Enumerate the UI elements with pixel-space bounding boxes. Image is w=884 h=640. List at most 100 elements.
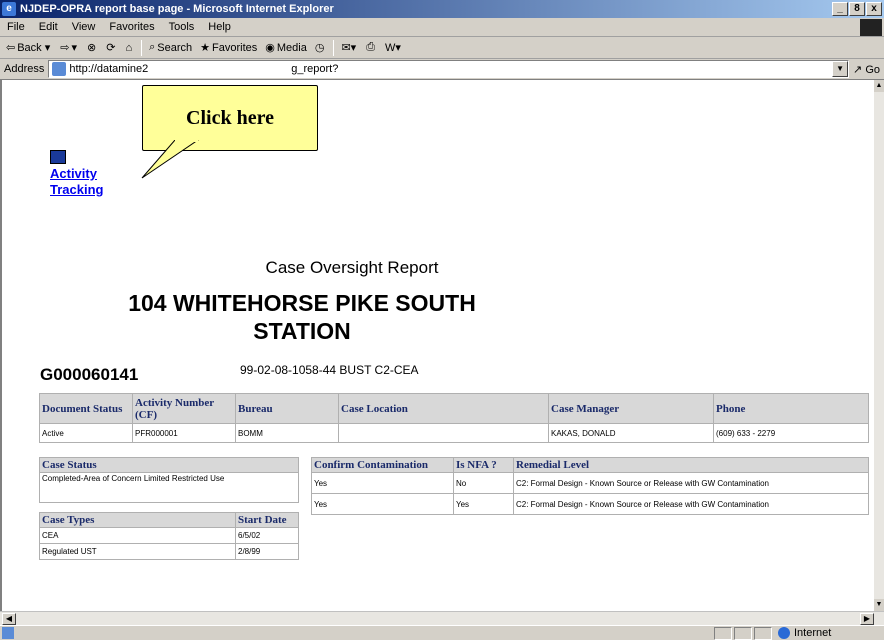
- back-arrow-icon: ⇦: [6, 42, 16, 54]
- column-header: Phone: [713, 393, 869, 424]
- table-cell: Yes: [311, 472, 454, 494]
- refresh-button[interactable]: ⟳: [102, 41, 121, 54]
- address-url-start: http://datamine2: [69, 63, 149, 75]
- globe-icon: [778, 627, 790, 639]
- back-button[interactable]: ⇦ Back ▾: [2, 41, 56, 55]
- menu-view[interactable]: View: [65, 21, 103, 33]
- activity-tracking-link[interactable]: Activity Tracking: [50, 150, 103, 198]
- status-pane: [714, 626, 732, 640]
- toolbar-separator: [333, 39, 335, 56]
- edit-button[interactable]: W▾: [381, 41, 407, 54]
- security-zone: Internet: [774, 627, 884, 639]
- activity-tracking-label-2: Tracking: [50, 182, 104, 197]
- table-cell: Yes: [311, 493, 454, 515]
- windows-logo-icon: [860, 18, 882, 36]
- stop-icon: ⊗: [87, 42, 97, 54]
- table-cell: BOMM: [235, 423, 339, 443]
- address-dropdown-icon[interactable]: ▼: [832, 61, 849, 77]
- maximize-button[interactable]: 8: [849, 2, 865, 16]
- scroll-right-icon[interactable]: ▶: [860, 613, 874, 625]
- table-header-row: Document Status Activity Number (CF) Bur…: [39, 393, 869, 424]
- column-header: Case Types: [39, 512, 236, 528]
- page-status-icon: [2, 627, 14, 639]
- contamination-table: Confirm Contamination Is NFA ? Remedial …: [311, 457, 869, 515]
- menu-help[interactable]: Help: [201, 21, 238, 33]
- print-icon: ⎙: [366, 41, 376, 53]
- toolbar: ⇦ Back ▾ ⇨ ▾ ⊗ ⟳ ⌂ ⌕ Search ★ Favorites ◉ Med…: [0, 37, 884, 59]
- minimize-button[interactable]: _: [832, 2, 848, 16]
- table-cell: Regulated UST: [39, 543, 236, 560]
- history-button[interactable]: ◷: [311, 41, 331, 54]
- report-title: Case Oversight Report: [265, 258, 439, 277]
- site-name: 104 WHITEHORSE PIKE SOUTH STATION: [52, 289, 552, 345]
- table-cell: 6/5/02: [235, 527, 299, 544]
- scroll-down-icon[interactable]: ▼: [874, 599, 884, 611]
- stop-button[interactable]: ⊗: [83, 41, 102, 54]
- case-id: G000060141: [40, 365, 139, 384]
- go-button[interactable]: ↗ Go: [849, 63, 884, 76]
- media-label: Media: [276, 41, 307, 54]
- page-icon: [52, 62, 67, 76]
- column-header: Confirm Contamination: [311, 457, 454, 473]
- column-header: Document Status: [39, 393, 133, 424]
- address-label: Address: [4, 63, 45, 75]
- table-header-row: Case Types Start Date: [39, 512, 299, 528]
- column-header: Start Date: [235, 512, 299, 528]
- title-bar: e NJDEP-OPRA report base page - Microsof…: [0, 0, 884, 18]
- table-cell: [338, 423, 549, 443]
- favorites-label: Favorites: [212, 41, 258, 54]
- search-button[interactable]: ⌕ Search: [145, 41, 196, 54]
- chevron-down-icon: ▾: [41, 42, 51, 54]
- window-title: NJDEP-OPRA report base page - Microsoft …: [20, 3, 334, 15]
- menu-edit[interactable]: Edit: [32, 21, 65, 33]
- status-pane: [754, 626, 772, 640]
- table-row: Yes No C2: Formal Design - Known Source …: [311, 472, 869, 494]
- ie-logo-icon: e: [2, 2, 16, 16]
- table-row: CEA 6/5/02: [39, 527, 299, 544]
- zone-label: Internet: [794, 627, 832, 639]
- status-bar: Internet: [0, 625, 884, 640]
- address-input[interactable]: http://datamine2 g_report? ▼: [48, 60, 850, 78]
- mail-icon: ✉▾: [341, 42, 357, 54]
- menu-tools[interactable]: Tools: [162, 21, 202, 33]
- activity-tracking-icon: [50, 150, 66, 164]
- menu-file[interactable]: File: [0, 21, 32, 33]
- back-label: Back: [17, 41, 42, 54]
- activity-tracking-label-1: Activity: [50, 166, 97, 181]
- forward-button[interactable]: ⇨ ▾: [56, 41, 83, 54]
- case-status-table: Case Status Completed-Area of Concern Li…: [39, 457, 299, 503]
- column-header: Case Manager: [548, 393, 714, 424]
- home-button[interactable]: ⌂: [121, 42, 138, 54]
- column-header: Activity Number (CF): [132, 393, 236, 424]
- menu-favorites[interactable]: Favorites: [102, 21, 161, 33]
- scroll-left-icon[interactable]: ◀: [2, 613, 16, 625]
- favorites-icon: ★: [200, 42, 211, 54]
- refresh-icon: ⟳: [106, 42, 116, 54]
- table-header-row: Confirm Contamination Is NFA ? Remedial …: [311, 457, 869, 473]
- column-header: Case Status: [39, 457, 299, 473]
- horizontal-scrollbar[interactable]: ◀ ▶: [0, 611, 884, 625]
- close-button[interactable]: x: [866, 2, 882, 16]
- table-cell: (609) 633 - 2279: [713, 423, 869, 443]
- column-header: Is NFA ?: [453, 457, 514, 473]
- callout-tail: [141, 140, 199, 179]
- table-cell: Yes: [453, 493, 514, 515]
- favorites-button[interactable]: ★ Favorites: [196, 41, 261, 55]
- table-cell: CEA: [39, 527, 236, 544]
- media-button[interactable]: ◉ Media: [261, 41, 311, 55]
- table-row: Active PFR000001 BOMM KAKAS, DONALD (609…: [39, 423, 869, 443]
- vertical-scrollbar[interactable]: ▲ ▼: [874, 80, 884, 611]
- forward-arrow-icon: ⇨: [60, 42, 70, 54]
- column-header: Remedial Level: [513, 457, 869, 473]
- scroll-up-icon[interactable]: ▲: [874, 80, 884, 92]
- site-name-line-2: STATION: [253, 318, 351, 344]
- table-row: Regulated UST 2/8/99: [39, 543, 299, 560]
- site-name-line-1: 104 WHITEHORSE PIKE SOUTH: [128, 290, 476, 316]
- table-cell: C2: Formal Design - Known Source or Rele…: [513, 472, 869, 494]
- mail-button[interactable]: ✉▾: [337, 41, 362, 54]
- go-arrow-icon: ↗: [853, 63, 863, 76]
- table-cell: KAKAS, DONALD: [548, 423, 714, 443]
- column-header: Bureau: [235, 393, 339, 424]
- table-row: Completed-Area of Concern Limited Restri…: [39, 472, 299, 503]
- print-button[interactable]: ⎙: [362, 41, 381, 54]
